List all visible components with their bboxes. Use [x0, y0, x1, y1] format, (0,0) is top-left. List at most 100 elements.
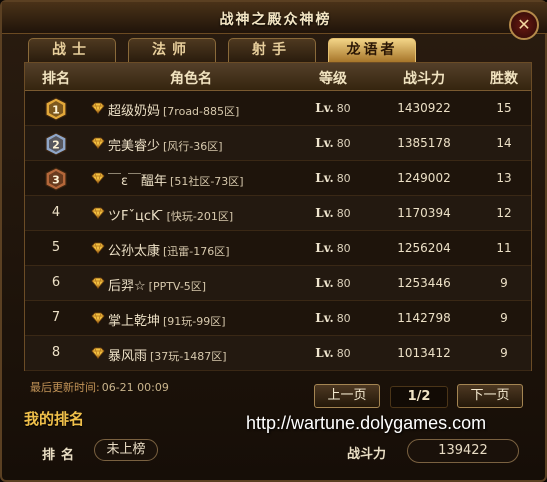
player-name-text: 完美睿少 — [108, 139, 161, 154]
table-row: 7 掌上乾坤 [91玩-99区] Lv. 80 1142798 9 — [25, 301, 531, 336]
tab-mage[interactable]: 法师 — [128, 38, 216, 62]
level-value: 80 — [336, 312, 351, 325]
player-server: [快玩-201区] — [166, 210, 234, 223]
gem-icon — [91, 172, 105, 184]
rank-cell: 3 — [25, 167, 87, 195]
rank-medal-label: 3 — [52, 174, 60, 187]
rank-cell: 6 — [25, 272, 87, 290]
wins-cell: 9 — [500, 276, 508, 290]
player-name[interactable]: 掌上乾坤 [91玩-99区] — [108, 310, 226, 329]
rank-cell: 7 — [25, 307, 87, 325]
table-row: 4 ツFˇцcK ̄ [快玩-201区] Lv. 80 1170394 12 — [25, 196, 531, 231]
level-prefix: Lv. — [315, 276, 334, 290]
rank-medal-label: 1 — [52, 104, 60, 117]
wins-cell: 15 — [496, 101, 512, 115]
player-name-text: 公孙太康 — [108, 244, 161, 259]
gem-icon — [91, 277, 105, 289]
level-cell: Lv. 80 — [295, 311, 371, 325]
player-name-text: ￣ε￣醞年 — [108, 174, 168, 189]
level-value: 80 — [336, 242, 351, 255]
rank-number: 6 — [51, 275, 61, 290]
level-value: 80 — [336, 102, 351, 115]
power-cell: 1253446 — [397, 276, 451, 290]
player-name-text: 暴风雨 — [108, 349, 148, 364]
rank-cell: 8 — [25, 342, 87, 360]
gem-icon — [91, 347, 105, 359]
level-value: 80 — [336, 277, 351, 290]
last-update-label: 最后更新时间: — [30, 381, 100, 394]
table-row: 2 完美睿少 [风行-36区] Lv. 80 1385178 14 — [25, 126, 531, 161]
level-cell: Lv. 80 — [295, 101, 371, 115]
rank-medal-icon: 2 — [45, 132, 67, 156]
close-button[interactable]: ✕ — [509, 10, 539, 40]
my-rank-label: 排名 — [42, 448, 81, 463]
power-cell: 1256204 — [397, 241, 451, 255]
page-info: 1/2 — [390, 386, 448, 408]
level-prefix: Lv. — [315, 241, 334, 255]
rank-number: 8 — [51, 345, 61, 360]
player-name[interactable]: 超级奶妈 [7road-885区] — [108, 100, 239, 119]
rank-number: 5 — [51, 240, 61, 255]
level-cell: Lv. 80 — [295, 241, 371, 255]
my-rank-value: 未上榜 — [94, 439, 158, 461]
header-name: 角色名 — [170, 71, 212, 87]
rank-medal-icon: 3 — [45, 167, 67, 191]
power-cell: 1142798 — [397, 311, 451, 325]
watermark-text: http://wartune.dolygames.com — [246, 413, 487, 433]
player-server: [PPTV-5区] — [148, 280, 207, 293]
close-icon: ✕ — [517, 15, 531, 34]
level-value: 80 — [336, 137, 351, 150]
level-cell: Lv. 80 — [295, 206, 371, 220]
power-cell: 1430922 — [397, 101, 451, 115]
level-cell: Lv. 80 — [295, 276, 371, 290]
tab-dragonspeaker[interactable]: 龙语者 — [328, 38, 416, 62]
ranking-window: 战神之殿众神榜 ✕ 战士 法师 射手 龙语者 排名 角色名 等级 战斗力 胜数 … — [0, 0, 547, 482]
rank-cell: 1 — [25, 97, 87, 125]
window-title: 战神之殿众神榜 — [219, 12, 332, 28]
my-ranking-title: 我的排名 — [24, 410, 85, 428]
player-name[interactable]: 后羿☆ [PPTV-5区] — [108, 275, 206, 294]
wins-cell: 9 — [500, 346, 508, 360]
player-name[interactable]: 暴风雨 [37玩-1487区] — [108, 345, 227, 364]
last-update: 最后更新时间: 06-21 00:09 — [30, 379, 169, 395]
rank-medal-label: 2 — [52, 139, 60, 152]
rank-cell: 4 — [25, 202, 87, 220]
rank-number: 4 — [51, 205, 61, 220]
player-name[interactable]: ツFˇцcK ̄ [快玩-201区] — [108, 205, 233, 224]
tab-warrior[interactable]: 战士 — [28, 38, 116, 62]
table-row: 3 ￣ε￣醞年 [51社区-73区] Lv. 80 1249002 13 — [25, 161, 531, 196]
level-cell: Lv. 80 — [295, 136, 371, 150]
gem-icon — [91, 312, 105, 324]
tab-archer[interactable]: 射手 — [228, 38, 316, 62]
prev-page-button[interactable]: 上一页 — [314, 384, 380, 408]
player-name-text: 超级奶妈 — [108, 104, 161, 119]
wins-cell: 13 — [496, 171, 512, 185]
power-cell: 1385178 — [397, 136, 451, 150]
table-row: 5 公孙太康 [迅雷-176区] Lv. 80 1256204 11 — [25, 231, 531, 266]
level-value: 80 — [336, 207, 351, 220]
next-page-button[interactable]: 下一页 — [457, 384, 523, 408]
gem-icon — [91, 207, 105, 219]
player-server: [风行-36区] — [163, 140, 223, 153]
power-cell: 1249002 — [397, 171, 451, 185]
player-server: [迅雷-176区] — [163, 245, 230, 258]
my-power-label: 战斗力 — [347, 447, 387, 462]
level-prefix: Lv. — [315, 311, 334, 325]
rank-cell: 5 — [25, 237, 87, 255]
table-header: 排名 角色名 等级 战斗力 胜数 — [25, 63, 531, 91]
gem-icon — [91, 137, 105, 149]
header-power: 战斗力 — [403, 71, 445, 87]
last-update-time: 06-21 00:09 — [101, 381, 169, 394]
level-prefix: Lv. — [315, 206, 334, 220]
header-rank: 排名 — [42, 71, 70, 87]
title-bar: 战神之殿众神榜 — [2, 2, 547, 34]
my-power-value: 139422 — [407, 439, 519, 463]
player-name[interactable]: 公孙太康 [迅雷-176区] — [108, 240, 230, 259]
player-name-text: ツFˇцcK ̄ — [108, 209, 164, 224]
power-cell: 1170394 — [397, 206, 451, 220]
player-name[interactable]: 完美睿少 [风行-36区] — [108, 135, 223, 154]
table-row: 1 超级奶妈 [7road-885区] Lv. 80 1430922 15 — [25, 91, 531, 126]
player-name[interactable]: ￣ε￣醞年 [51社区-73区] — [108, 170, 244, 189]
level-prefix: Lv. — [315, 136, 334, 150]
table-row: 6 后羿☆ [PPTV-5区] Lv. 80 1253446 9 — [25, 266, 531, 301]
